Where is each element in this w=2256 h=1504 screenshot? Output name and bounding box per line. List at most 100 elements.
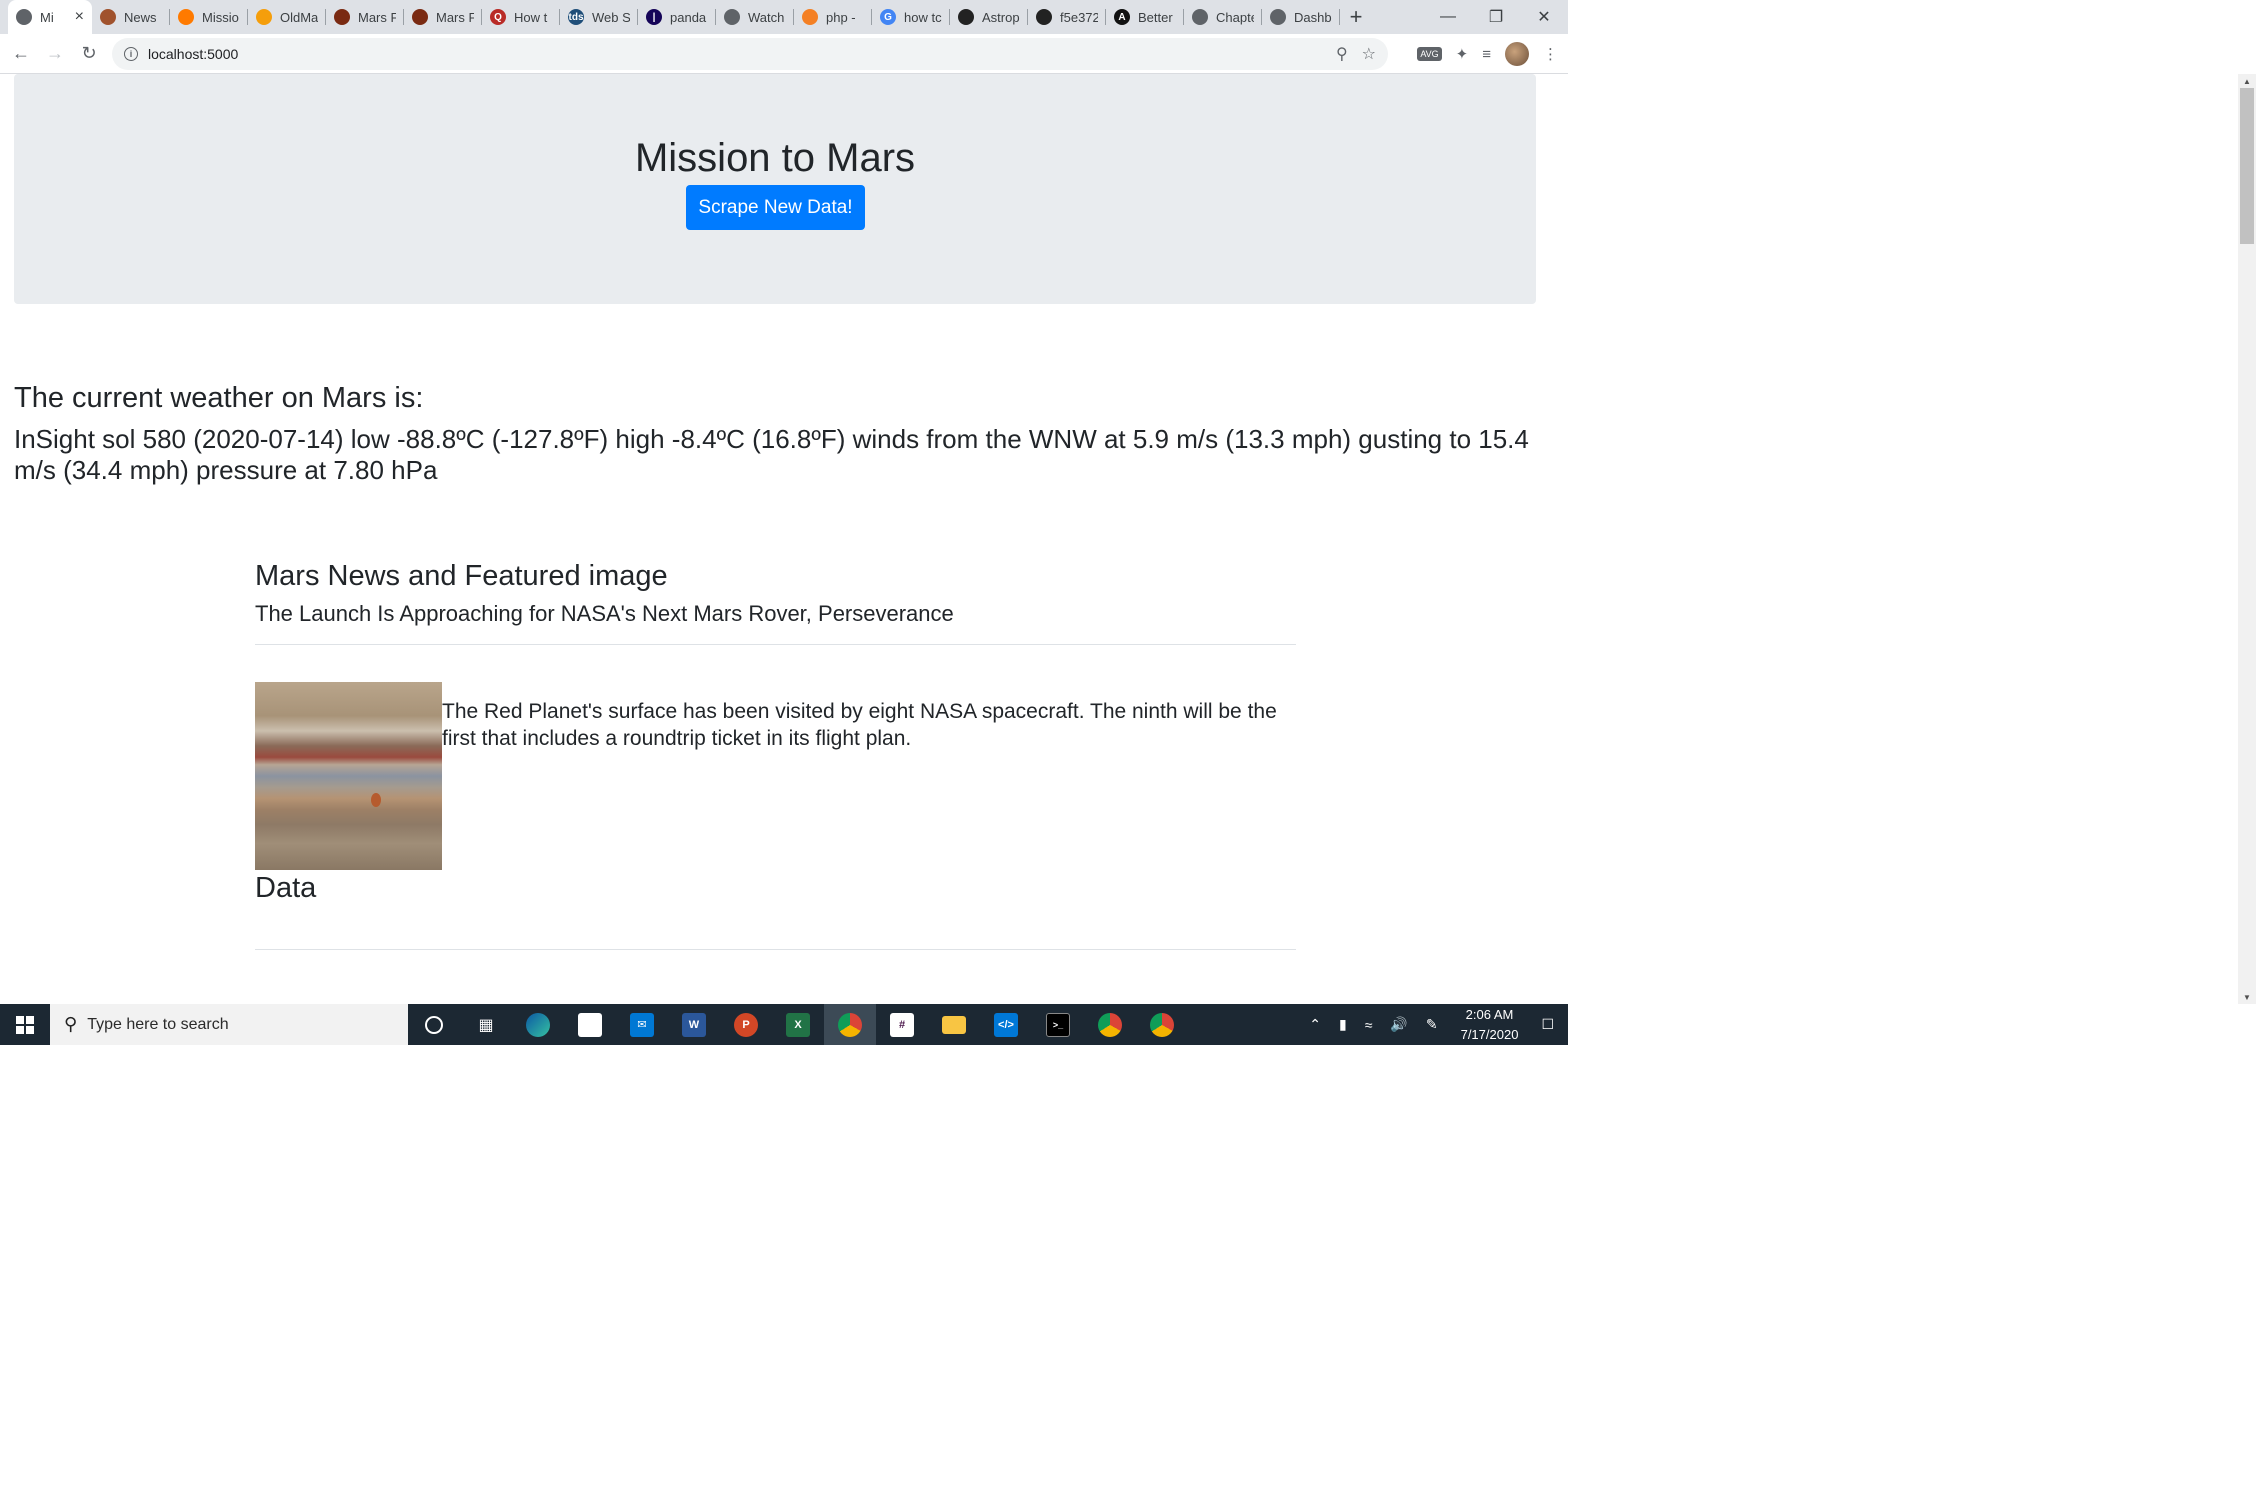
tab-favicon-icon [1270,9,1286,25]
media-control-icon[interactable]: ≡ [1482,46,1491,63]
volume-icon[interactable]: 🔊 [1390,1016,1407,1033]
clock[interactable]: 2:06 AM 7/17/2020 [1461,1005,1519,1045]
tab-favicon-icon [1192,9,1208,25]
browser-tab[interactable]: Chapte [1184,0,1262,34]
tab-title: php - [826,9,856,25]
windows-taskbar: ⚲ Type here to search ▦ ✉ W P X # </> >_… [0,1004,1568,1045]
battery-icon[interactable]: ▮ [1339,1016,1347,1033]
browser-tab[interactable]: Mi × [8,0,92,34]
tab-favicon-icon [802,9,818,25]
tab-title: how tc [904,9,942,25]
page-scrollbar[interactable]: ▲ ▼ [2238,74,2256,1004]
browser-tab[interactable]: | panda [638,0,716,34]
task-view-icon[interactable]: ▦ [460,1004,512,1045]
scrollbar-thumb[interactable] [2240,88,2254,244]
tab-favicon-icon: G [880,9,896,25]
windows-start-icon[interactable] [0,1004,50,1045]
tab-favicon-icon [724,9,740,25]
back-icon[interactable]: ← [4,37,38,71]
browser-tab[interactable]: php - [794,0,872,34]
tab-title: Mi [40,9,54,25]
excel-icon[interactable]: X [772,1004,824,1045]
new-tab-button[interactable]: + [1340,0,1372,34]
weather-heading: The current weather on Mars is: [14,382,424,414]
chrome-icon[interactable] [824,1004,876,1045]
mail-icon[interactable]: ✉ [616,1004,668,1045]
tab-title: Dashb [1294,9,1332,25]
tab-favicon-icon [16,9,32,25]
tab-favicon-icon: tds [568,9,584,25]
scroll-down-icon[interactable]: ▼ [2238,990,2256,1004]
browser-tab[interactable]: Mars F [404,0,482,34]
profile-avatar[interactable] [1505,42,1529,66]
taskbar-search[interactable]: ⚲ Type here to search [50,1004,408,1045]
notifications-icon[interactable]: ☐ [1541,1016,1554,1033]
tab-title: How t [514,9,548,25]
pen-icon[interactable]: ✎ [1426,1016,1438,1033]
browser-tab[interactable]: A Better [1106,0,1184,34]
tab-title: Watch [748,9,785,25]
tab-title: f5e372 [1060,9,1098,25]
browser-tab[interactable]: Ghow tc [872,0,950,34]
tab-favicon-icon [178,9,194,25]
browser-tab[interactable]: Watch [716,0,794,34]
terminal-icon[interactable]: >_ [1032,1004,1084,1045]
tab-favicon-icon: A [1114,9,1130,25]
restore-button[interactable]: ❐ [1472,0,1520,34]
window-controls: — ❐ ✕ [1424,0,1568,34]
browser-tab[interactable]: Missio [170,0,248,34]
scroll-up-icon[interactable]: ▲ [2238,74,2256,88]
address-bar[interactable]: i localhost:5000 ⚲ ☆ [112,38,1388,70]
menu-kebab-icon[interactable]: ⋮ [1543,45,1558,63]
system-tray: ⌃ ▮ ≈ 🔊 ✎ 2:06 AM 7/17/2020 ☐ [1300,1004,1568,1045]
avg-extension-icon[interactable]: AVG [1417,47,1442,61]
weather-text: InSight sol 580 (2020-07-14) low -88.8ºC… [14,424,1529,485]
browser-tab[interactable]: OldMa [248,0,326,34]
clock-date: 7/17/2020 [1460,1026,1519,1042]
extensions-puzzle-icon[interactable]: ✦ [1456,45,1469,63]
vscode-icon[interactable]: </> [980,1004,1032,1045]
bookmark-star-icon[interactable]: ☆ [1362,44,1376,64]
reload-icon[interactable]: ↻ [72,37,106,71]
slack-icon[interactable]: # [876,1004,928,1045]
show-hidden-icons-chevron-icon[interactable]: ⌃ [1309,1016,1321,1033]
tab-title: Web S [592,9,630,25]
tab-list: Mi × News Missio OldMa Mars F Mars F Q How t tds W… [0,0,1340,34]
edge-icon[interactable] [512,1004,564,1045]
divider [255,949,1296,950]
zoom-icon[interactable]: ⚲ [1336,44,1348,64]
news-section: Mars News and Featured image The Launch … [255,560,1296,627]
news-title: The Launch Is Approaching for NASA's Nex… [255,601,954,626]
minimize-button[interactable]: — [1424,0,1472,34]
chrome-icon[interactable] [1136,1004,1188,1045]
wifi-icon[interactable]: ≈ [1365,1017,1373,1033]
browser-tab[interactable]: News [92,0,170,34]
browser-tab[interactable]: f5e372 [1028,0,1106,34]
divider [255,644,1296,645]
tab-favicon-icon: | [646,9,662,25]
tab-favicon-icon: Q [490,9,506,25]
page-title: Mission to Mars [634,136,916,180]
site-info-icon[interactable]: i [124,47,138,61]
word-icon[interactable]: W [668,1004,720,1045]
tab-title: Mars F [358,9,396,25]
news-paragraph: The Red Planet's surface has been visite… [442,700,1277,750]
forward-icon[interactable]: → [38,37,72,71]
cortana-icon[interactable] [408,1004,460,1045]
tab-close-icon[interactable]: × [75,8,84,26]
browser-tab[interactable]: Dashb [1262,0,1340,34]
featured-image [255,682,442,870]
store-icon[interactable] [564,1004,616,1045]
chrome-icon[interactable] [1084,1004,1136,1045]
powerpoint-icon[interactable]: P [720,1004,772,1045]
tab-title: Better [1138,9,1173,25]
close-window-button[interactable]: ✕ [1520,0,1568,34]
file-explorer-icon[interactable] [928,1004,980,1045]
scrape-new-data-button[interactable]: Scrape New Data! [686,185,865,230]
tab-favicon-icon [334,9,350,25]
browser-tab[interactable]: Mars F [326,0,404,34]
browser-tab[interactable]: Q How t [482,0,560,34]
browser-tab[interactable]: Astrop [950,0,1028,34]
browser-tab[interactable]: tds Web S [560,0,638,34]
tab-favicon-icon [958,9,974,25]
